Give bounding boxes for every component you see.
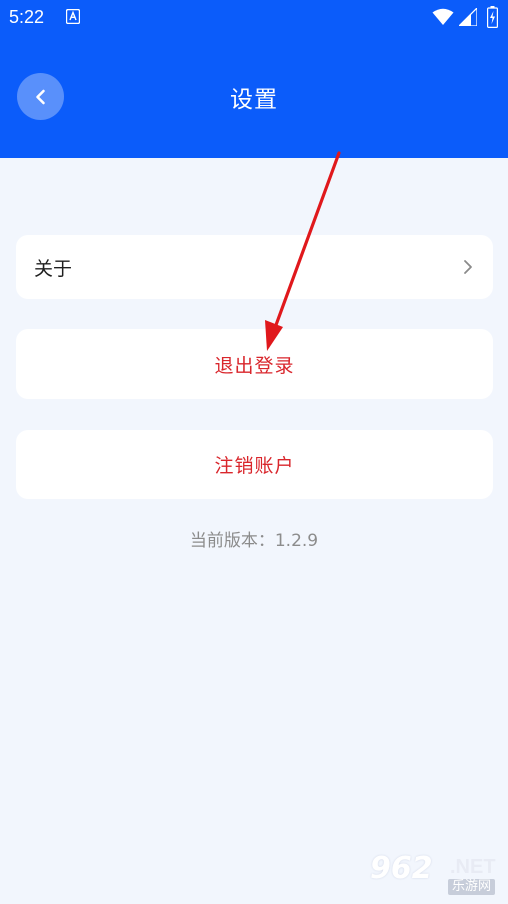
status-time: 5:22 xyxy=(9,7,45,27)
about-item[interactable]: 关于 xyxy=(16,235,493,299)
battery-icon xyxy=(487,6,498,28)
page-title: 设置 xyxy=(230,87,278,113)
app-header: 5:22 设置 xyxy=(0,0,508,158)
delete-account-label: 注销账户 xyxy=(214,455,295,477)
settings-screen: 5:22 设置 关于 退出登录 注销账户 当前版本：1.2.9 962 .NET… xyxy=(0,0,508,904)
watermark-logo: 962 xyxy=(370,851,433,886)
wifi-icon xyxy=(432,8,454,25)
version-text: 当前版本：1.2.9 xyxy=(189,531,319,551)
logout-button[interactable]: 退出登录 xyxy=(16,329,493,399)
watermark: 962 .NET 乐游网 xyxy=(370,852,504,900)
chevron-right-icon xyxy=(464,260,472,274)
about-label: 关于 xyxy=(34,257,73,280)
watermark-subtitle: 乐游网 xyxy=(448,879,496,895)
signal-icon xyxy=(459,8,477,26)
a-notification-icon xyxy=(66,9,80,24)
status-bar: 5:22 xyxy=(0,0,508,36)
delete-account-button[interactable]: 注销账户 xyxy=(16,430,493,499)
logout-label: 退出登录 xyxy=(214,354,295,377)
watermark-suffix: .NET xyxy=(450,856,496,878)
